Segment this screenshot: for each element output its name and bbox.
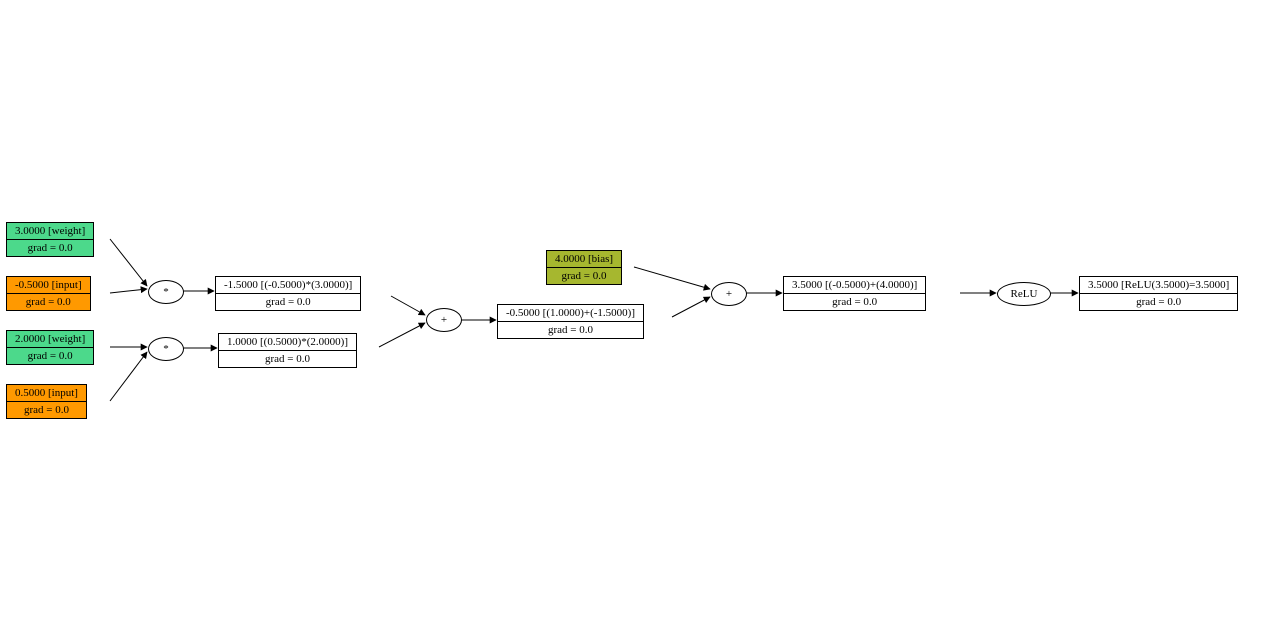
val: 4.0000 [bias] — [547, 251, 621, 268]
node-input-2: 0.5000 [input] grad = 0.0 — [6, 384, 87, 419]
grad: grad = 0.0 — [219, 351, 356, 367]
val: 0.5000 [input] — [7, 385, 86, 402]
val: 3.0000 [weight] — [7, 223, 93, 240]
node-add-result-1: -0.5000 [(1.0000)+(-1.5000)] grad = 0.0 — [497, 304, 644, 339]
node-input-1: -0.5000 [input] grad = 0.0 — [6, 276, 91, 311]
grad: grad = 0.0 — [7, 240, 93, 256]
grad: grad = 0.0 — [498, 322, 643, 338]
grad: grad = 0.0 — [216, 294, 360, 310]
node-weight-2: 2.0000 [weight] grad = 0.0 — [6, 330, 94, 365]
grad: grad = 0.0 — [547, 268, 621, 284]
val: -0.5000 [input] — [7, 277, 90, 294]
grad: grad = 0.0 — [7, 294, 90, 310]
grad: grad = 0.0 — [1080, 294, 1237, 310]
node-add-result-2: 3.5000 [(-0.5000)+(4.0000)] grad = 0.0 — [783, 276, 926, 311]
val: 1.0000 [(0.5000)*(2.0000)] — [219, 334, 356, 351]
op-label: * — [163, 343, 169, 355]
op-label: + — [726, 288, 732, 300]
node-bias: 4.0000 [bias] grad = 0.0 — [546, 250, 622, 285]
val: -1.5000 [(-0.5000)*(3.0000)] — [216, 277, 360, 294]
op-add-2: + — [711, 282, 747, 306]
op-label: * — [163, 286, 169, 298]
grad: grad = 0.0 — [784, 294, 925, 310]
op-multiply-1: * — [148, 280, 184, 304]
node-mul-result-1: -1.5000 [(-0.5000)*(3.0000)] grad = 0.0 — [215, 276, 361, 311]
node-mul-result-2: 1.0000 [(0.5000)*(2.0000)] grad = 0.0 — [218, 333, 357, 368]
op-add-1: + — [426, 308, 462, 332]
op-relu: ReLU — [997, 282, 1051, 306]
val: 2.0000 [weight] — [7, 331, 93, 348]
grad: grad = 0.0 — [7, 402, 86, 418]
val: 3.5000 [ReLU(3.5000)=3.5000] — [1080, 277, 1237, 294]
op-label: ReLU — [1011, 288, 1038, 300]
node-relu-result: 3.5000 [ReLU(3.5000)=3.5000] grad = 0.0 — [1079, 276, 1238, 311]
grad: grad = 0.0 — [7, 348, 93, 364]
op-label: + — [441, 314, 447, 326]
node-weight-1: 3.0000 [weight] grad = 0.0 — [6, 222, 94, 257]
val: -0.5000 [(1.0000)+(-1.5000)] — [498, 305, 643, 322]
op-multiply-2: * — [148, 337, 184, 361]
val: 3.5000 [(-0.5000)+(4.0000)] — [784, 277, 925, 294]
